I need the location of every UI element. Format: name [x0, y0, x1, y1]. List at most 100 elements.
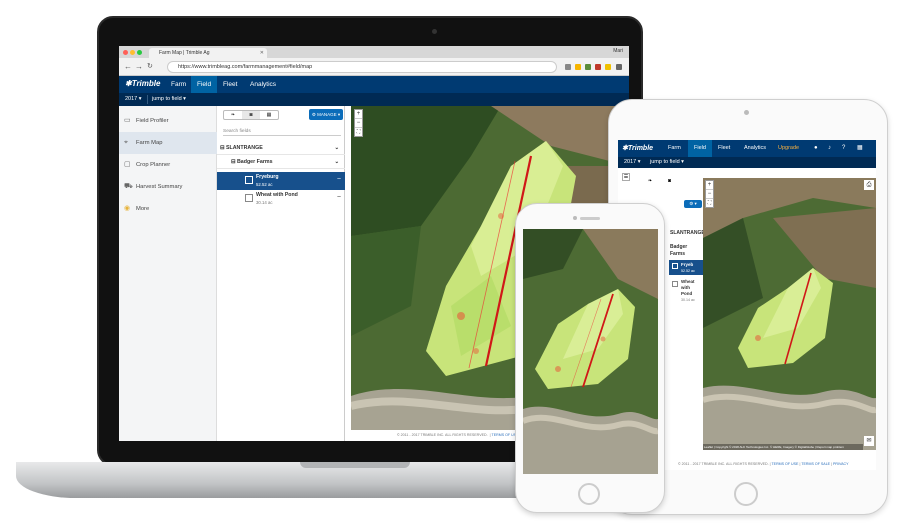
zoom-out-button[interactable]: −	[355, 118, 362, 127]
camera-view-icon[interactable]: ◙	[242, 111, 260, 119]
tablet-home-button[interactable]	[734, 482, 758, 506]
fullscreen-icon[interactable]: ⛶	[355, 127, 362, 136]
window-close-dot[interactable]	[123, 50, 128, 55]
chevron-down-icon[interactable]: ⌄	[335, 156, 339, 169]
view-toggle-group: ❧ ◙ ▦	[223, 110, 279, 120]
leaf-view-icon[interactable]: ❧	[224, 111, 242, 119]
bell-icon[interactable]: ♪	[828, 144, 831, 153]
nav-fleet[interactable]: Fleet	[712, 140, 736, 157]
nav-fleet[interactable]: Fleet	[217, 76, 243, 93]
nav-field[interactable]: Field	[191, 76, 218, 93]
logo-text: Trimble	[627, 145, 654, 152]
user-icon[interactable]: ●	[814, 144, 818, 153]
camera-view-icon[interactable]: ◙	[668, 178, 680, 187]
manage-button[interactable]: ⚙ ▾	[684, 200, 702, 208]
browser-tab[interactable]: Farm Map | Trimble Ag ✕	[149, 48, 267, 58]
zoom-out-button[interactable]: −	[706, 189, 713, 198]
list-view-icon[interactable]: ☰	[622, 173, 630, 181]
terms-of-sale-link[interactable]: TERMS OF SALE	[801, 462, 830, 466]
extension-icon[interactable]	[605, 64, 611, 70]
window-minimize-dot[interactable]	[130, 50, 135, 55]
manage-button[interactable]: ⚙ MANAGE ▾	[309, 109, 343, 120]
field-area: 30.14 ac	[681, 298, 695, 302]
extension-icon[interactable]	[595, 64, 601, 70]
nav-field[interactable]: Field	[688, 140, 712, 157]
field-item-fryeburg[interactable]: Fryeb 52.52 ac	[669, 260, 703, 275]
field-grid-icon	[672, 281, 678, 287]
field-name-line: Wheat	[681, 279, 695, 284]
sidebar-label: Field Profiler	[136, 118, 169, 124]
year-label: 2017	[125, 96, 138, 102]
harvest-icon: ⛟	[124, 183, 133, 190]
planner-icon: ▢	[124, 161, 131, 168]
nav-farm[interactable]: Farm	[165, 76, 192, 93]
zoom-extension-icon[interactable]	[565, 64, 571, 70]
window-maximize-dot[interactable]	[137, 50, 142, 55]
jump-to-field-dropdown[interactable]: jump to field ▾	[646, 158, 688, 167]
sidebar-item-harvest-summary[interactable]: ⛟ Harvest Summary	[119, 176, 217, 198]
back-icon[interactable]: ←	[124, 62, 132, 72]
sidebar-item-farm-map[interactable]: ⌖ Farm Map	[119, 132, 217, 154]
phone-screen-map[interactable]	[523, 229, 658, 474]
sidebar-label: Crop Planner	[136, 162, 171, 168]
tablet-satellite-map[interactable]: + − ⛶ ⎙ ✉ Leaflet | Copyright © 2018 ALK…	[703, 178, 876, 450]
jump-to-field-dropdown[interactable]: jump to field ▾	[147, 95, 190, 104]
reload-icon[interactable]: ↻	[147, 62, 153, 72]
address-bar[interactable]: https://www.trimbleag.com/farmmanagement…	[167, 61, 557, 73]
upgrade-link[interactable]: Upgrade	[772, 140, 805, 157]
trimble-logo[interactable]: ✱Trimble	[125, 79, 160, 88]
fullscreen-icon[interactable]: ⛶	[706, 198, 713, 207]
privacy-link[interactable]: PRIVACY	[833, 462, 849, 466]
url-text: https://www.trimbleag.com/farmmanagement…	[178, 64, 313, 70]
trimble-logo[interactable]: ✱Trimble	[622, 144, 653, 152]
forward-icon[interactable]: →	[135, 62, 143, 72]
field-item-wheat-with-pond[interactable]: Wheat with Pond 30.14 ac −	[217, 190, 345, 208]
print-icon[interactable]: ⎙	[864, 180, 874, 190]
chevron-down-icon[interactable]: ⌄	[335, 142, 339, 155]
nav-analytics[interactable]: Analytics	[738, 140, 772, 157]
nav-farm[interactable]: Farm	[662, 140, 687, 157]
leaf-view-icon[interactable]: ❧	[648, 178, 660, 187]
feedback-icon[interactable]: ✉	[864, 436, 874, 446]
group-slantrange[interactable]: SLANTRANGE	[670, 230, 705, 236]
tablet-camera	[744, 110, 749, 115]
zoom-controls: + − ⛶	[705, 180, 714, 208]
grid-view-icon[interactable]: ▦	[260, 111, 278, 119]
group-slantrange[interactable]: ⊟ SLANTRANGE ⌄	[217, 142, 345, 155]
year-dropdown[interactable]: 2017 ▾	[620, 158, 645, 167]
browser-user[interactable]: Mari	[613, 48, 623, 54]
zoom-in-button[interactable]: +	[355, 110, 362, 118]
tablet-context-bar: 2017 ▾ jump to field ▾	[618, 157, 876, 168]
collapse-icon[interactable]: −	[337, 176, 341, 184]
sidebar-item-more[interactable]: ◉ More	[119, 198, 217, 220]
field-grid-icon	[245, 176, 253, 184]
tab-close-icon[interactable]: ✕	[260, 48, 264, 58]
sidebar-item-crop-planner[interactable]: ▢ Crop Planner	[119, 154, 217, 176]
field-area: 52.52 ac	[681, 269, 695, 273]
apps-grid-icon[interactable]: ▦	[857, 144, 863, 153]
phone-speaker	[580, 217, 600, 220]
extension-icon[interactable]	[585, 64, 591, 70]
farm-badger-farms[interactable]: ⊟ Badger Farms ⌄	[217, 156, 345, 169]
field-name: Fryeburg	[256, 174, 279, 180]
copyright-text: © 2011 - 2017 TRIMBLE INC. ALL RIGHTS RE…	[678, 462, 769, 466]
field-name-line: Pond	[681, 291, 693, 296]
star-icon[interactable]	[575, 64, 581, 70]
phone-home-button[interactable]	[578, 483, 600, 505]
field-name-line: with	[681, 285, 690, 290]
nav-analytics[interactable]: Analytics	[244, 76, 282, 93]
farm-label: Badger Farms	[236, 159, 273, 165]
zoom-controls: + − ⛶	[354, 109, 363, 137]
search-fields-input[interactable]: Search fields	[223, 127, 341, 136]
jump-label: jump to field	[650, 159, 680, 165]
farm-badger-farms[interactable]: Badger Farms	[670, 244, 687, 258]
zoom-in-button[interactable]: +	[706, 181, 713, 189]
collapse-icon[interactable]: −	[337, 194, 341, 202]
help-icon[interactable]: ?	[842, 144, 845, 153]
sidebar-item-field-profiler[interactable]: ▭ Field Profiler	[119, 110, 217, 132]
terms-of-use-link[interactable]: TERMS OF USE	[771, 462, 798, 466]
menu-icon[interactable]	[616, 64, 622, 70]
year-dropdown[interactable]: 2017 ▾	[121, 95, 146, 104]
field-item-fryeburg[interactable]: Fryeburg 52.52 ac −	[217, 172, 345, 190]
field-item-wheat-with-pond[interactable]: Wheat with Pond 30.14 ac	[669, 278, 703, 310]
